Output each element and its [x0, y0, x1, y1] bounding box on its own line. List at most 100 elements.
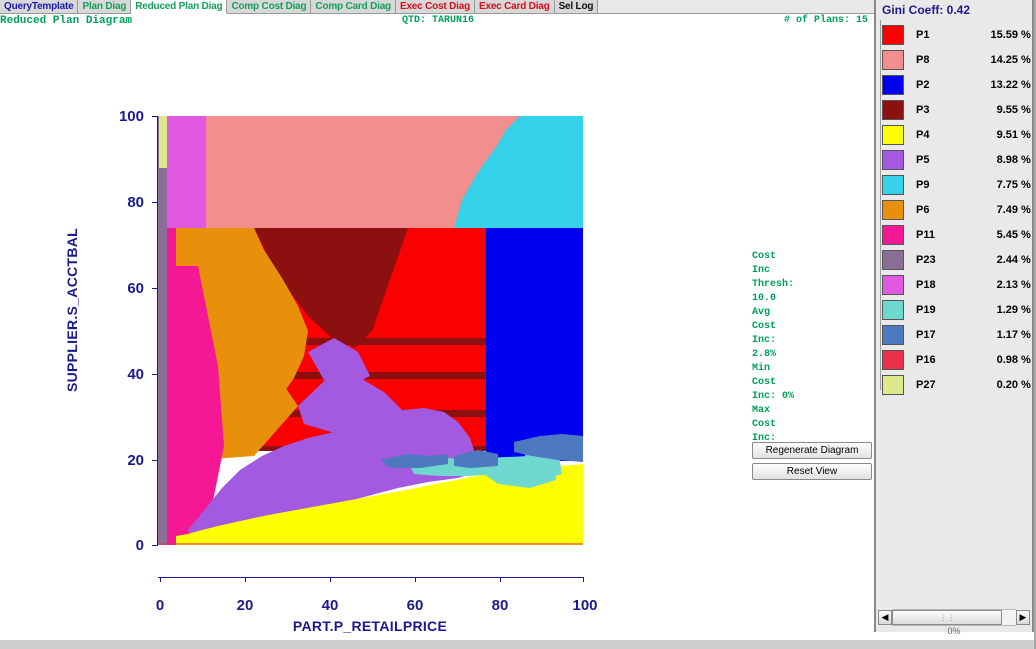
- y-tick-20: [152, 460, 157, 461]
- scroll-right-arrow-icon[interactable]: ▶: [1016, 610, 1030, 625]
- y-tick-label-40: 40: [127, 366, 144, 383]
- legend-plan-name: P3: [916, 103, 930, 116]
- y-tick-label-20: 20: [127, 452, 144, 469]
- legend-item-p5[interactable]: P5 8.98%: [882, 147, 1032, 172]
- scrollbar-track[interactable]: ⋮⋮: [892, 609, 1016, 626]
- legend-plan-percent: 8.98: [996, 153, 1018, 166]
- legend-plan-percent: 7.75: [996, 178, 1018, 191]
- legend-plan-percent: 13.22: [990, 78, 1018, 91]
- legend-swatch-p17: [882, 324, 904, 345]
- legend-item-p17[interactable]: P17 1.17%: [882, 322, 1032, 347]
- legend-plan-name: P2: [916, 78, 930, 91]
- legend-swatch-p23: [882, 249, 904, 270]
- legend-plan-percent: 0.98: [996, 353, 1018, 366]
- legend-panel: Gini Coeff: 0.42 P1 15.59% P8 14.25% P2 13.22…: [874, 0, 1034, 632]
- legend-percent-unit: %: [1021, 353, 1031, 366]
- tab-querytemplate[interactable]: QueryTemplate: [0, 0, 79, 14]
- legend-plan-name: P16: [916, 353, 936, 366]
- x-tick-100: [583, 577, 584, 582]
- y-axis-line: [157, 116, 158, 546]
- legend-item-p1[interactable]: P1 15.59%: [882, 22, 1032, 47]
- page-title: Reduced Plan Diagram: [0, 15, 133, 27]
- scrollbar-thumb[interactable]: ⋮⋮: [892, 610, 1002, 625]
- x-tick-60: [415, 577, 416, 582]
- y-tick-60: [152, 288, 157, 289]
- legend-item-p9[interactable]: P9 7.75%: [882, 172, 1032, 197]
- legend-plan-percent: 9.55: [996, 103, 1018, 116]
- tab-exec-card-diag[interactable]: Exec Card Diag: [474, 0, 555, 14]
- avg-cost-inc: Avg Cost Inc: 2.8%: [752, 307, 777, 360]
- legend-swatch-p4: [882, 124, 904, 145]
- legend-percent-unit: %: [1021, 253, 1031, 266]
- legend-horizontal-scrollbar[interactable]: ◀ ⋮⋮ ▶: [878, 609, 1030, 626]
- legend-plan-name: P19: [916, 303, 936, 316]
- tab-comp-card-diag[interactable]: Comp Card Diag: [311, 0, 396, 14]
- y-tick-label-100: 100: [118, 108, 144, 125]
- legend-percent-unit: %: [1021, 178, 1031, 191]
- legend-swatch-p3: [882, 99, 904, 120]
- legend-swatch-p6: [882, 199, 904, 220]
- y-tick-100: [152, 116, 157, 117]
- tab-comp-cost-diag[interactable]: Comp Cost Diag: [227, 0, 312, 14]
- legend-swatch-p5: [882, 149, 904, 170]
- legend-swatch-p19: [882, 299, 904, 320]
- legend-plan-percent: 5.45: [996, 228, 1018, 241]
- legend-item-p11[interactable]: P11 5.45%: [882, 222, 1032, 247]
- y-tick-0: [152, 545, 157, 546]
- legend-plan-name: P11: [916, 228, 935, 241]
- legend-plan-percent: 1.17: [996, 328, 1018, 341]
- window-bottom-strip: [0, 640, 1036, 649]
- cost-stats-panel: Cost Inc Thresh: 10.0 Avg Cost Inc: 2.8%…: [752, 250, 794, 460]
- legend-plan-percent: 9.51: [996, 128, 1018, 141]
- qtd-label: QTD: TARUN16: [402, 15, 475, 26]
- legend-plan-name: P8: [916, 53, 930, 66]
- x-tick-label-20: 20: [236, 597, 254, 614]
- legend-item-p3[interactable]: P3 9.55%: [882, 97, 1032, 122]
- legend-item-p16[interactable]: P16 0.98%: [882, 347, 1032, 372]
- legend-item-p2[interactable]: P2 13.22%: [882, 72, 1032, 97]
- tab-plan-diag[interactable]: Plan Diag: [78, 0, 132, 14]
- legend-plan-percent: 1.29: [996, 303, 1018, 316]
- legend-item-p18[interactable]: P18 2.13%: [882, 272, 1032, 297]
- x-tick-label-0: 0: [155, 597, 165, 614]
- y-tick-label-60: 60: [127, 280, 144, 297]
- tab-reduced-plan-diag[interactable]: Reduced Plan Diag: [131, 0, 228, 14]
- y-axis-title: SUPPLIER.S_ACCTBAL: [64, 227, 80, 393]
- reset-view-button[interactable]: Reset View: [752, 463, 872, 480]
- legend-percent-unit: %: [1021, 28, 1031, 41]
- legend-item-p19[interactable]: P19 1.29%: [882, 297, 1032, 322]
- x-tick-label-40: 40: [321, 597, 339, 614]
- gini-coefficient-label: Gini Coeff: 0.42: [882, 3, 971, 17]
- regenerate-diagram-button[interactable]: Regenerate Diagram: [752, 442, 872, 459]
- y-tick-label-0: 0: [135, 537, 144, 554]
- legend-plan-percent: 0.20: [996, 378, 1018, 391]
- x-tick-80: [500, 577, 501, 582]
- legend-percent-unit: %: [1021, 78, 1031, 91]
- x-tick-label-60: 60: [406, 597, 424, 614]
- legend-plan-name: P1: [916, 28, 930, 41]
- x-axis-line: [158, 577, 584, 578]
- legend-percent-unit: %: [1021, 378, 1031, 391]
- legend-item-p8[interactable]: P8 14.25%: [882, 47, 1032, 72]
- legend-swatch-p11: [882, 224, 904, 245]
- x-axis-title: PART.P_RETAILPRICE: [292, 618, 448, 634]
- legend-item-p27[interactable]: P27 0.20%: [882, 372, 1032, 397]
- legend-item-p23[interactable]: P23 2.44%: [882, 247, 1032, 272]
- tab-sel-log[interactable]: Sel Log: [554, 0, 599, 14]
- plot-canvas[interactable]: [158, 116, 583, 545]
- tab-exec-cost-diag[interactable]: Exec Cost Diag: [395, 0, 475, 14]
- legend-plan-name: P6: [916, 203, 930, 216]
- legend-percent-unit: %: [1021, 303, 1031, 316]
- plan-diagram-chart: 100 80 60 40 20 0 0 20 40 60 80 100 SUPP…: [0, 32, 872, 640]
- legend-item-p4[interactable]: P4 9.51%: [882, 122, 1032, 147]
- y-tick-label-80: 80: [127, 194, 144, 211]
- scroll-left-arrow-icon[interactable]: ◀: [878, 610, 892, 625]
- legend-plan-percent: 2.44: [996, 253, 1018, 266]
- x-tick-40: [330, 577, 331, 582]
- legend-swatch-p16: [882, 349, 904, 370]
- legend-item-p6[interactable]: P6 7.49%: [882, 197, 1032, 222]
- legend-plan-name: P18: [916, 278, 936, 291]
- y-tick-80: [152, 202, 157, 203]
- plot-regions: [158, 116, 583, 545]
- legend-plan-percent: 15.59: [990, 28, 1018, 41]
